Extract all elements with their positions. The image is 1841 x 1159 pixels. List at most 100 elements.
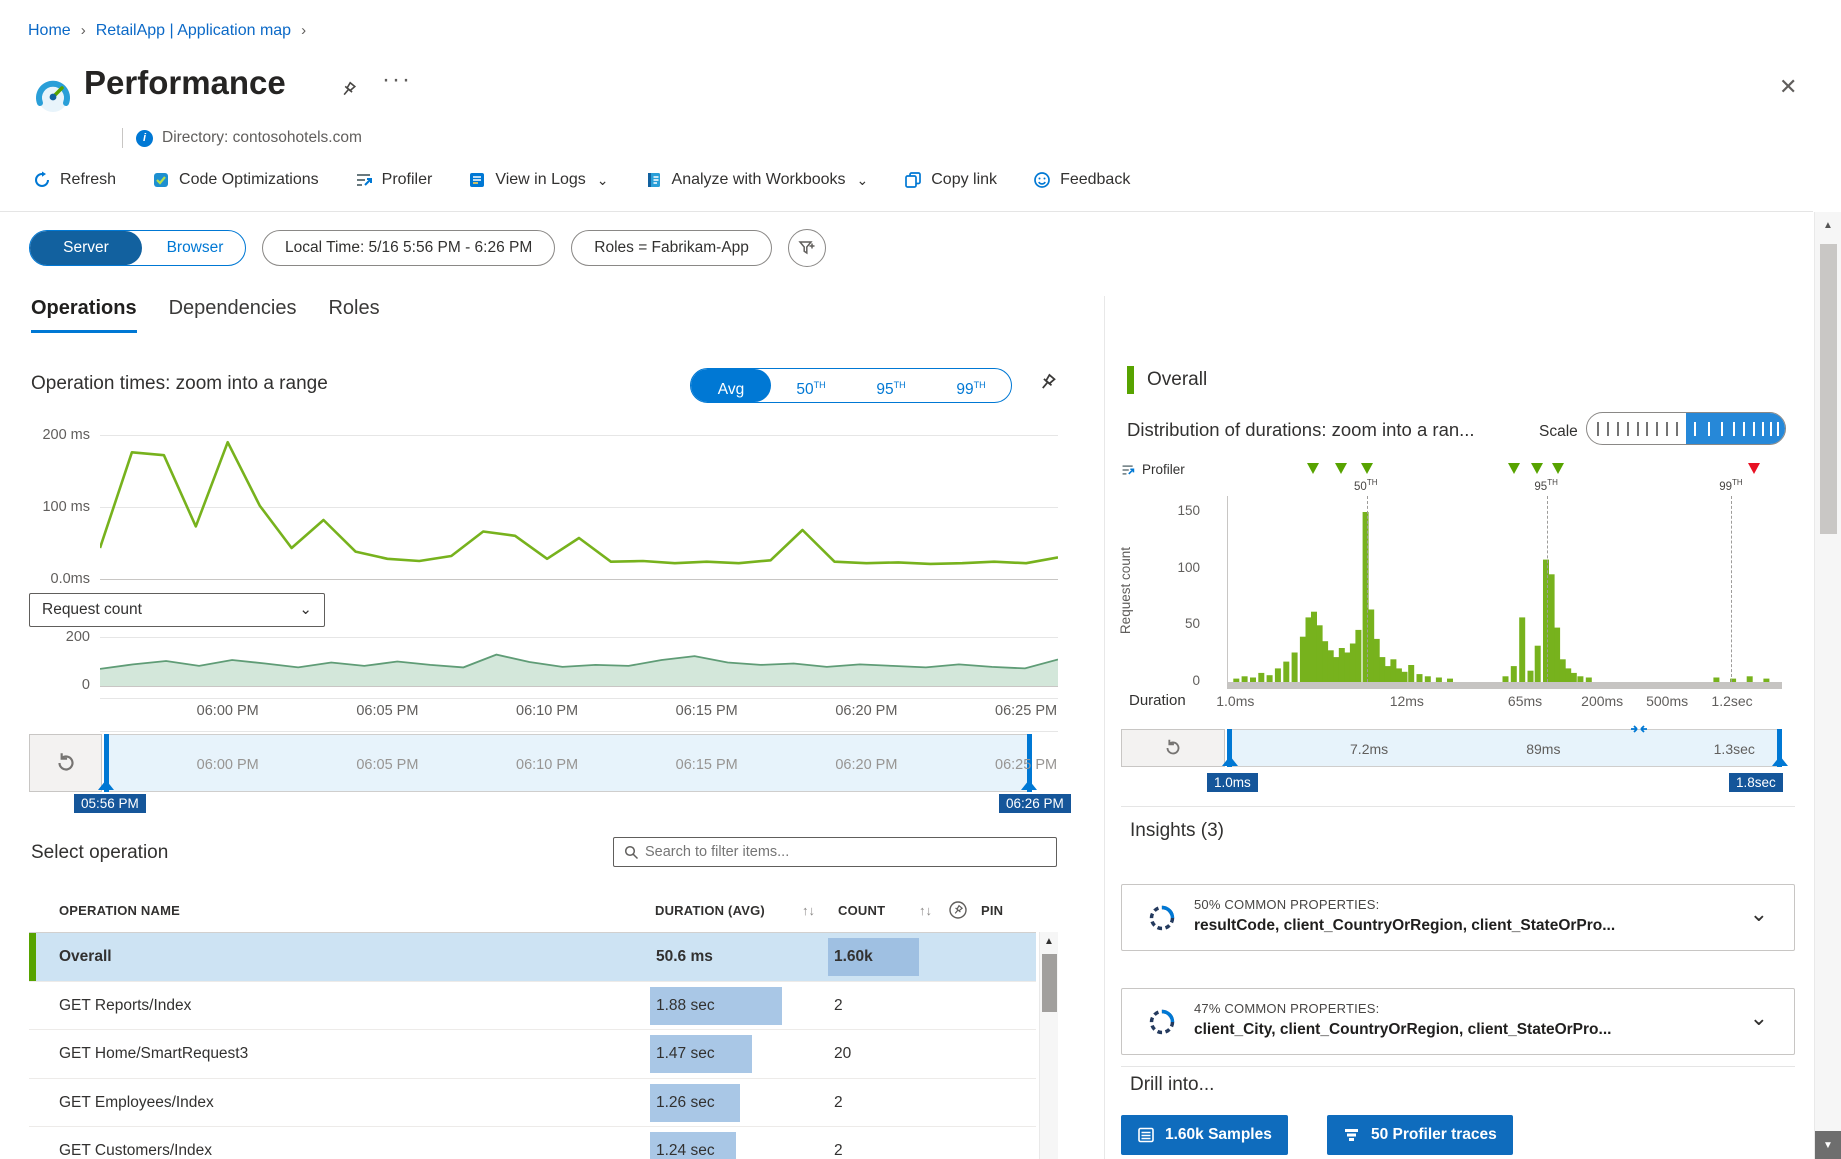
add-filter-button[interactable] xyxy=(788,229,826,267)
scale-tick xyxy=(1656,422,1658,436)
insight-heading: 47% COMMON PROPERTIES: xyxy=(1194,1001,1379,1016)
trace-marker-icon[interactable] xyxy=(1508,463,1520,474)
aggregation-50[interactable]: 50TH xyxy=(771,369,851,402)
profiler-traces-button[interactable]: 50 Profiler traces xyxy=(1327,1115,1513,1155)
duration-cell: 50.6 ms xyxy=(648,933,826,981)
percentile-labels: 50TH95TH99TH xyxy=(1227,478,1782,494)
insight-properties: resultCode, client_CountryOrRegion, clie… xyxy=(1194,917,1615,935)
insight-card[interactable]: 50% COMMON PROPERTIES: resultCode, clien… xyxy=(1121,884,1795,951)
count-y-tick-label: 200 xyxy=(20,629,90,645)
close-icon[interactable]: ✕ xyxy=(1775,70,1801,104)
col-count[interactable]: COUNT xyxy=(838,903,885,918)
breadcrumb-separator-icon: › xyxy=(81,22,86,39)
scroll-down-icon[interactable]: ▼ xyxy=(1815,1131,1841,1159)
scale-tick xyxy=(1753,422,1755,436)
range-end-tag: 06:26 PM xyxy=(999,794,1071,813)
brush-marker-icon xyxy=(98,780,114,790)
percentile-label: 99TH xyxy=(1719,478,1742,493)
page-scrollbar[interactable]: ▲ ▼ xyxy=(1814,212,1841,1159)
request-count-area-chart[interactable] xyxy=(100,637,1058,686)
operation-row[interactable]: Overall50.6 ms1.60k xyxy=(29,933,1036,982)
x-tick-label: 06:05 PM xyxy=(356,703,418,719)
directory-label: Directory: contosohotels.com xyxy=(162,129,362,147)
insights-title: Insights (3) xyxy=(1130,820,1224,842)
reset-icon xyxy=(53,750,79,776)
breadcrumb-app[interactable]: RetailApp | Application map xyxy=(96,22,291,39)
scale-log-option[interactable] xyxy=(1686,413,1785,444)
operation-row[interactable]: GET Employees/Index1.26 sec2 xyxy=(29,1079,1036,1128)
aggregation-95[interactable]: 95TH xyxy=(851,369,931,402)
table-scrollbar-thumb[interactable] xyxy=(1042,954,1057,1012)
collapse-range-icon[interactable] xyxy=(1629,719,1649,739)
table-scrollbar[interactable]: ▲ xyxy=(1039,932,1058,1159)
feedback-button[interactable]: Feedback xyxy=(1033,171,1130,189)
divider xyxy=(0,211,1813,212)
breadcrumb-home[interactable]: Home xyxy=(28,22,71,39)
trace-marker-icon[interactable] xyxy=(1531,463,1543,474)
chevron-down-icon[interactable]: ⌄ xyxy=(1750,1005,1768,1031)
panel-divider xyxy=(1104,296,1105,1159)
copy-link-button[interactable]: Copy link xyxy=(904,171,997,189)
search-input[interactable] xyxy=(639,844,1056,860)
scale-toggle xyxy=(1586,412,1786,445)
samples-icon xyxy=(1137,1126,1155,1144)
refresh-label: Refresh xyxy=(60,171,116,189)
view-in-logs-button[interactable]: View in Logs ⌄ xyxy=(468,171,608,189)
trace-marker-red-icon[interactable] xyxy=(1748,463,1760,474)
operation-name: GET Reports/Index xyxy=(59,982,191,1030)
duration-tick-label: 7.2ms xyxy=(1350,741,1388,757)
histogram-y-axis-label: Request count xyxy=(1118,505,1133,677)
performance-blade-icon xyxy=(33,76,73,116)
count-metric-select[interactable]: Request count ⌄ xyxy=(29,593,325,627)
aggregation-99[interactable]: 99TH xyxy=(931,369,1011,402)
tab-operations[interactable]: Operations xyxy=(31,297,137,333)
refresh-button[interactable]: Refresh xyxy=(33,171,116,189)
operation-row[interactable]: GET Home/SmartRequest31.47 sec20 xyxy=(29,1030,1036,1079)
server-toggle[interactable]: Server xyxy=(30,231,142,265)
duration-value: 1.26 sec xyxy=(656,1079,715,1127)
search-icon xyxy=(624,845,639,860)
pin-blade-icon[interactable] xyxy=(338,80,358,100)
more-options-icon[interactable]: ··· xyxy=(382,66,412,94)
code-optimizations-button[interactable]: Code Optimizations xyxy=(152,171,319,189)
duration-histogram[interactable] xyxy=(1227,496,1782,682)
roles-filter[interactable]: Roles = Fabrikam-App xyxy=(571,230,772,266)
analyze-with-workbooks-button[interactable]: Analyze with Workbooks ⌄ xyxy=(645,171,869,189)
insight-card[interactable]: 47% COMMON PROPERTIES: client_City, clie… xyxy=(1121,988,1795,1055)
trace-marker-icon[interactable] xyxy=(1361,463,1373,474)
pin-chart-icon[interactable] xyxy=(1036,372,1058,394)
col-duration[interactable]: DURATION (AVG) xyxy=(655,903,765,918)
duration-value: 1.88 sec xyxy=(656,982,715,1030)
profiler-button[interactable]: Profiler xyxy=(355,171,433,189)
sort-duration-icon[interactable]: ↑↓ xyxy=(802,903,815,918)
page-scrollbar-thumb[interactable] xyxy=(1820,244,1837,534)
info-icon[interactable]: i xyxy=(136,130,153,147)
tab-dependencies[interactable]: Dependencies xyxy=(169,297,297,333)
trace-marker-icon[interactable] xyxy=(1335,463,1347,474)
scroll-up-icon[interactable]: ▲ xyxy=(1815,212,1841,238)
scale-tick xyxy=(1627,422,1629,436)
pin-all-icon[interactable] xyxy=(948,900,968,920)
chevron-down-icon: ⌄ xyxy=(299,605,312,615)
chevron-down-icon[interactable]: ⌄ xyxy=(1750,901,1768,927)
sort-count-icon[interactable]: ↑↓ xyxy=(919,903,932,918)
tab-roles[interactable]: Roles xyxy=(328,297,379,333)
operation-times-line-chart[interactable] xyxy=(100,435,1058,579)
reset-duration-zoom-button[interactable] xyxy=(1121,729,1225,767)
reset-zoom-button[interactable] xyxy=(29,734,102,792)
samples-button[interactable]: 1.60k Samples xyxy=(1121,1115,1288,1155)
scroll-up-icon[interactable]: ▲ xyxy=(1040,932,1058,950)
time-range-filter[interactable]: Local Time: 5/16 5:56 PM - 6:26 PM xyxy=(262,230,555,266)
scale-linear-option[interactable] xyxy=(1587,413,1686,444)
aggregation-avg[interactable]: Avg xyxy=(691,369,771,402)
browser-toggle[interactable]: Browser xyxy=(145,231,245,265)
operation-row[interactable]: GET Reports/Index1.88 sec2 xyxy=(29,982,1036,1031)
trace-marker-icon[interactable] xyxy=(1552,463,1564,474)
percentile-line xyxy=(1367,496,1368,682)
trace-marker-icon[interactable] xyxy=(1307,463,1319,474)
operation-row[interactable]: GET Customers/Index1.24 sec2 xyxy=(29,1127,1036,1159)
col-operation-name[interactable]: OPERATION NAME xyxy=(59,903,180,918)
feedback-icon xyxy=(1033,171,1051,189)
duration-value: 1.47 sec xyxy=(656,1030,715,1078)
duration-tick-label: 500ms xyxy=(1646,693,1688,709)
